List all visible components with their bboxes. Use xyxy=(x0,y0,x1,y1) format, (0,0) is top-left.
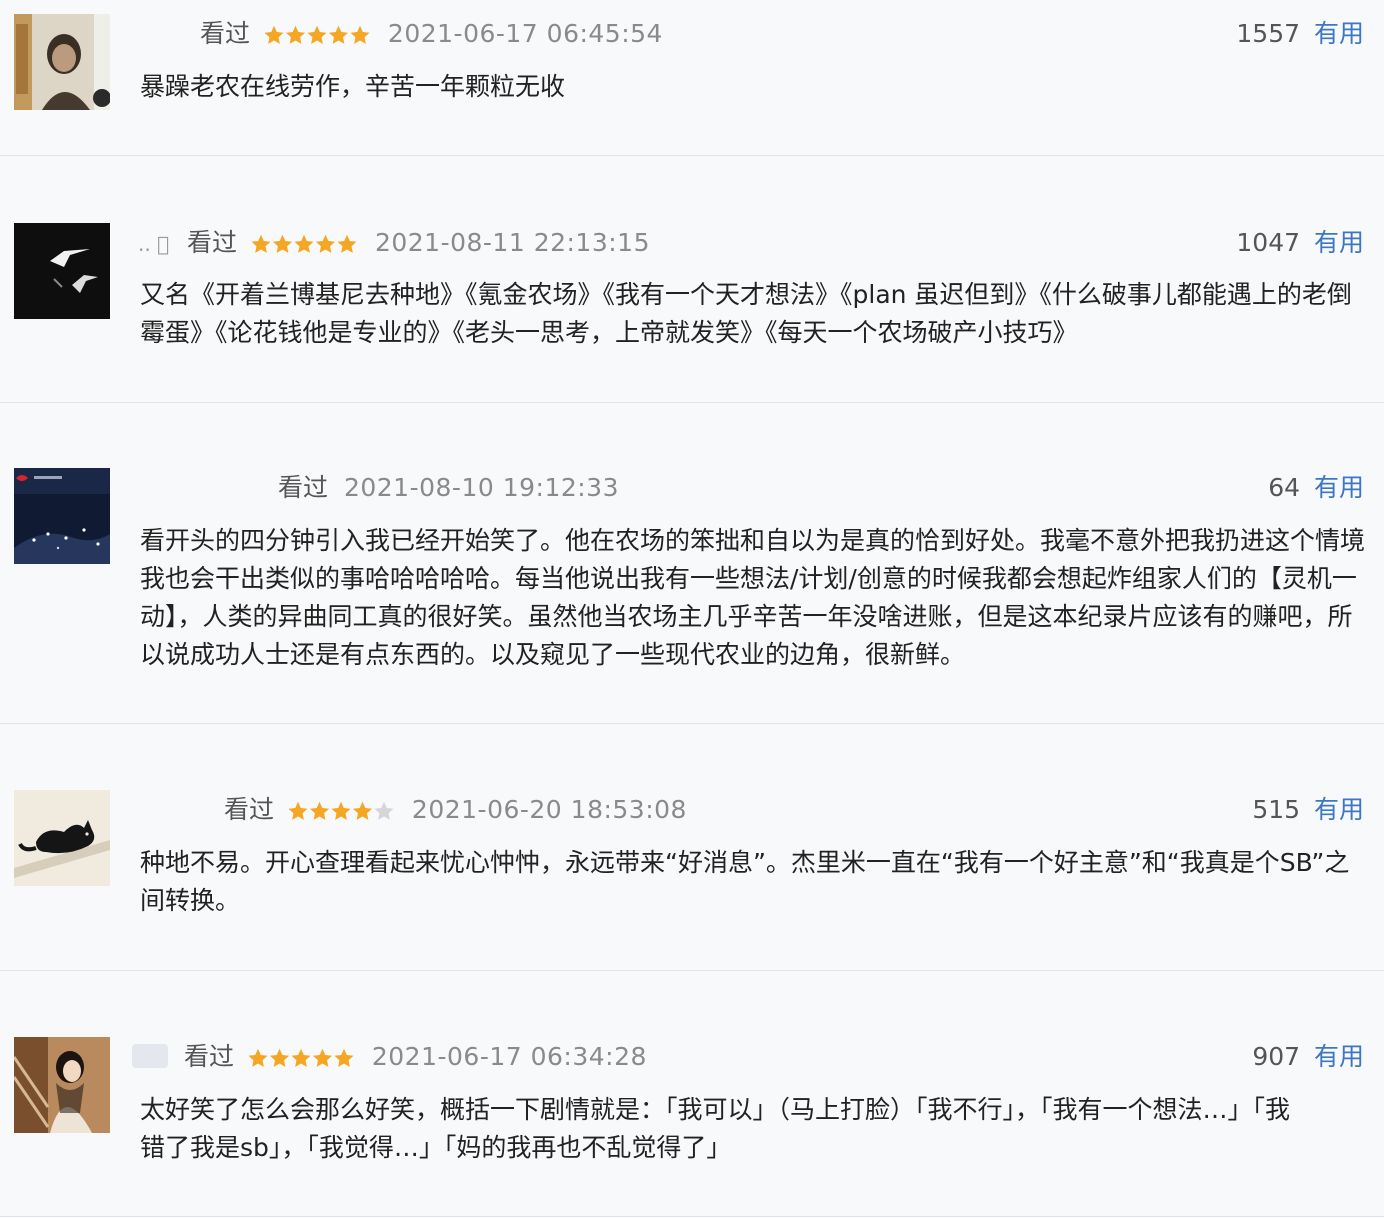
star-filled-icon xyxy=(291,1048,311,1067)
review-text: 暴躁老农在线劳作，辛苦一年颗粒无收 xyxy=(140,72,566,101)
star-filled-icon xyxy=(269,1048,289,1067)
useful-count: 515 xyxy=(1252,795,1301,824)
review-meta: 看过 2021-06-17 06:34:28 xyxy=(132,1039,647,1075)
review-time: 2021-08-10 19:12:33 xyxy=(343,473,619,502)
user-name-placeholder[interactable] xyxy=(132,1044,168,1068)
usefulness: 64 有用 xyxy=(1268,470,1364,506)
star-filled-icon xyxy=(331,801,351,820)
review-text: 太好笑了怎么会那么好笑，概括一下剧情就是：「我可以」（马上打脸）「我不行」，「我… xyxy=(140,1095,1291,1162)
useful-button[interactable]: 有用 xyxy=(1314,19,1364,48)
star-filled-icon xyxy=(285,25,305,44)
user-avatar[interactable] xyxy=(14,790,110,886)
useful-count: 64 xyxy=(1268,473,1301,502)
rating-stars xyxy=(288,801,394,821)
rating-stars xyxy=(251,234,357,254)
review-item: 看过 2021-06-17 06:34:28 907 有用 太好笑了怎么会那么好… xyxy=(0,970,1384,1217)
watch-status: 看过 xyxy=(200,19,251,48)
star-filled-icon xyxy=(352,801,372,820)
usefulness: 1047 有用 xyxy=(1236,225,1364,261)
review-meta: .. ﾞ 看过 2021-08-11 22:13:15 xyxy=(138,225,650,261)
star-filled-icon xyxy=(315,234,336,253)
watch-status: 看过 xyxy=(187,228,238,257)
review-text: 又名《开着兰博基尼去种地》《氪金农场》《我有一个天才想法》《plan 虽迟但到》… xyxy=(140,280,1352,347)
stars-graphic xyxy=(288,801,394,820)
star-filled-icon xyxy=(309,801,329,820)
watch-status: 看过 xyxy=(183,1042,234,1071)
user-avatar[interactable] xyxy=(14,468,110,564)
star-filled-icon xyxy=(350,25,370,44)
stars-graphic xyxy=(264,25,370,44)
review-item: 看过 2021-06-17 06:45:54 1557 有用 暴躁老农在线劳作，… xyxy=(0,0,1384,156)
star-filled-icon xyxy=(251,234,271,253)
usefulness: 1557 有用 xyxy=(1236,16,1364,52)
star-filled-icon xyxy=(248,1048,268,1067)
star-empty-icon xyxy=(374,801,394,820)
star-filled-icon xyxy=(294,234,314,253)
review-time: 2021-08-11 22:13:15 xyxy=(374,228,650,257)
useful-count: 1557 xyxy=(1236,19,1301,48)
useful-button[interactable]: 有用 xyxy=(1314,1042,1364,1071)
star-filled-icon xyxy=(264,25,284,44)
star-filled-icon xyxy=(272,234,293,253)
star-filled-icon xyxy=(288,801,308,820)
useful-button[interactable]: 有用 xyxy=(1314,228,1364,257)
useful-button[interactable]: 有用 xyxy=(1314,795,1364,824)
review-item: .. ﾞ 看过 2021-08-11 22:13:15 1047 有用 又名《开… xyxy=(0,155,1384,403)
watch-status: 看过 xyxy=(278,473,329,502)
usefulness: 515 有用 xyxy=(1252,792,1364,828)
star-filled-icon xyxy=(328,25,348,44)
star-filled-icon xyxy=(312,1048,332,1067)
review-time: 2021-06-17 06:45:54 xyxy=(387,19,663,48)
star-filled-icon xyxy=(337,234,357,253)
stars-graphic xyxy=(251,234,357,253)
useful-button[interactable]: 有用 xyxy=(1314,473,1364,502)
review-time: 2021-06-20 18:53:08 xyxy=(411,795,687,824)
user-avatar[interactable] xyxy=(14,1037,110,1133)
review-meta: 看过 2021-08-10 19:12:33 xyxy=(278,470,619,506)
review-text: 种地不易。开心查理看起来忧心忡忡，永远带来“好消息”。杰里米一直在“我有一个好主… xyxy=(140,848,1350,915)
user-name[interactable]: .. ﾞ xyxy=(138,232,169,256)
review-text: 看开头的四分钟引入我已经开始笑了。他在农场的笨拙和自以为是真的恰到好处。我毫不意… xyxy=(140,526,1366,669)
review-item: 看过 2021-08-10 19:12:33 64 有用 看开头的四分钟引入我已… xyxy=(0,402,1384,724)
review-time: 2021-06-17 06:34:28 xyxy=(371,1042,647,1071)
review-meta: 看过 2021-06-17 06:45:54 xyxy=(200,16,663,52)
star-filled-icon xyxy=(334,1048,354,1067)
useful-count: 1047 xyxy=(1236,228,1301,257)
usefulness: 907 有用 xyxy=(1252,1039,1364,1075)
useful-count: 907 xyxy=(1252,1042,1301,1071)
watch-status: 看过 xyxy=(224,795,275,824)
rating-stars xyxy=(248,1048,354,1068)
star-filled-icon xyxy=(307,25,327,44)
user-avatar[interactable] xyxy=(14,223,110,319)
stars-graphic xyxy=(248,1048,354,1067)
user-avatar[interactable] xyxy=(14,14,110,110)
review-meta: 看过 2021-06-20 18:53:08 xyxy=(224,792,687,828)
review-item: 看过 2021-06-20 18:53:08 515 有用 种地不易。开心查理看… xyxy=(0,723,1384,971)
rating-stars xyxy=(264,25,370,45)
